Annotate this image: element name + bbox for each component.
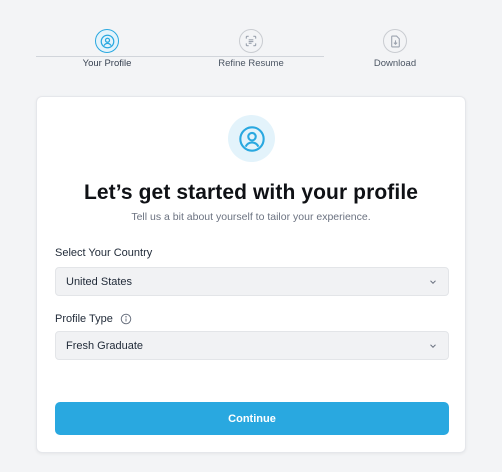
avatar bbox=[228, 115, 275, 162]
country-select-value: United States bbox=[66, 275, 133, 288]
page-title: Let’s get started with your profile bbox=[83, 181, 419, 204]
step-label: Refine Resume bbox=[218, 58, 284, 69]
profile-card: Let’s get started with your profile Tell… bbox=[36, 96, 466, 453]
step-label: Download bbox=[373, 58, 417, 69]
scan-document-icon bbox=[239, 29, 263, 53]
country-label: Select Your Country bbox=[55, 247, 152, 259]
info-icon[interactable] bbox=[120, 313, 132, 325]
profile-type-label: Profile Type bbox=[55, 313, 132, 325]
country-label-text: Select Your Country bbox=[55, 247, 153, 259]
continue-button[interactable]: Continue bbox=[55, 402, 449, 435]
country-select[interactable]: United States bbox=[55, 267, 449, 296]
step-your-profile[interactable]: Your Profile bbox=[47, 29, 167, 69]
user-circle-icon bbox=[238, 125, 265, 152]
chevron-down-icon bbox=[428, 341, 438, 351]
user-circle-icon bbox=[95, 29, 119, 53]
page-subtitle: Tell us a bit about yourself to tailor y… bbox=[131, 211, 371, 223]
profile-type-select[interactable]: Fresh Graduate bbox=[55, 331, 449, 360]
step-refine-resume[interactable]: Refine Resume bbox=[191, 29, 311, 69]
download-file-icon bbox=[383, 29, 407, 53]
progress-stepper: Your Profile Refine Resume Download bbox=[0, 0, 502, 90]
profile-type-select-value: Fresh Graduate bbox=[66, 339, 144, 352]
chevron-down-icon bbox=[428, 277, 438, 287]
profile-type-label-text: Profile Type bbox=[55, 313, 113, 325]
step-download[interactable]: Download bbox=[335, 29, 455, 69]
step-label: Your Profile bbox=[82, 58, 132, 69]
